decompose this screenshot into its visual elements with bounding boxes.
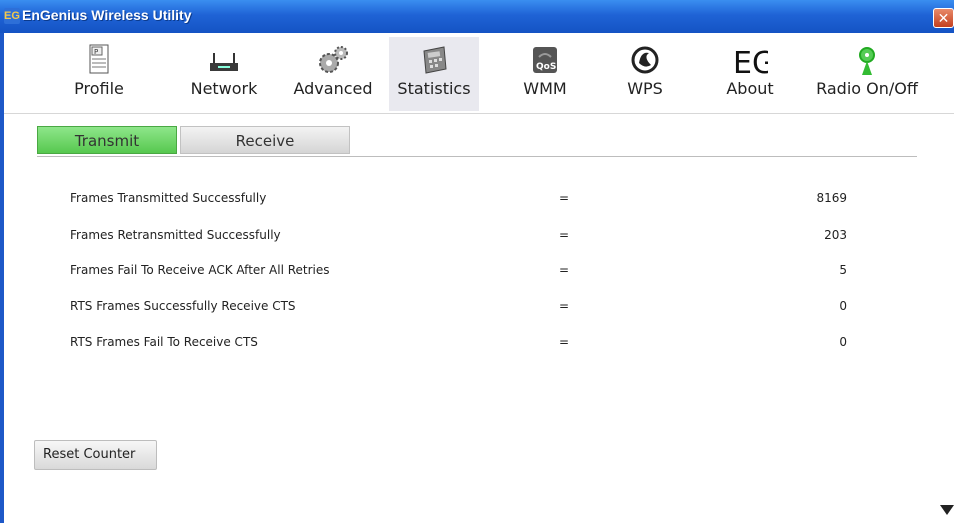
profile-icon: P bbox=[89, 44, 109, 74]
toolbar: P Profile Network Advanced Statistics Qo… bbox=[4, 33, 954, 114]
stat-label: Frames Transmitted Successfully bbox=[70, 191, 267, 205]
tab-receive[interactable]: Receive bbox=[180, 126, 350, 154]
stat-row: Frames Fail To Receive ACK After All Ret… bbox=[4, 263, 954, 283]
stat-row: RTS Frames Successfully Receive CTS = 0 bbox=[4, 299, 954, 319]
network-icon bbox=[210, 53, 238, 71]
stat-row: Frames Transmitted Successfully = 8169 bbox=[4, 191, 954, 211]
qos-wmm-icon: QoS bbox=[533, 47, 557, 73]
wps-icon bbox=[631, 46, 659, 74]
scroll-down-icon[interactable] bbox=[940, 505, 954, 515]
stat-label: Frames Fail To Receive ACK After All Ret… bbox=[70, 263, 330, 277]
toolbar-label: Advanced bbox=[293, 79, 373, 98]
stat-value: 203 bbox=[824, 228, 847, 242]
toolbar-network[interactable]: Network bbox=[179, 37, 269, 111]
toolbar-label: Statistics bbox=[397, 79, 471, 98]
app-logo-icon: EG bbox=[4, 8, 20, 24]
toolbar-label: About bbox=[726, 79, 774, 98]
toolbar-label: Network bbox=[190, 79, 258, 98]
stat-separator: = bbox=[559, 228, 570, 242]
stat-separator: = bbox=[559, 299, 570, 313]
toolbar-wps[interactable]: WPS bbox=[600, 37, 690, 111]
stat-label: RTS Frames Fail To Receive CTS bbox=[70, 335, 258, 349]
stat-value: 0 bbox=[839, 335, 847, 349]
toolbar-about[interactable]: EG About bbox=[705, 37, 795, 111]
toolbar-label: WMM bbox=[523, 79, 567, 98]
svg-text:EG: EG bbox=[733, 46, 768, 77]
stat-row: Frames Retransmitted Successfully = 203 bbox=[4, 228, 954, 248]
toolbar-label: WPS bbox=[627, 79, 663, 98]
toolbar-label: Profile bbox=[74, 79, 124, 98]
advanced-gears-icon bbox=[319, 46, 348, 73]
stat-separator: = bbox=[559, 191, 570, 205]
eg-about-icon: EG bbox=[733, 46, 768, 77]
stat-value: 5 bbox=[839, 263, 847, 277]
toolbar-wmm[interactable]: QoS WMM bbox=[500, 37, 590, 111]
stat-label: RTS Frames Successfully Receive CTS bbox=[70, 299, 296, 313]
stat-value: 0 bbox=[839, 299, 847, 313]
reset-counter-button[interactable]: Reset Counter bbox=[34, 440, 157, 470]
toolbar-advanced[interactable]: Advanced bbox=[288, 37, 378, 111]
title-bar: EG EnGenius Wireless Utility bbox=[0, 0, 954, 33]
toolbar-profile[interactable]: P Profile bbox=[54, 37, 144, 111]
radio-antenna-icon bbox=[859, 47, 875, 75]
statistics-calculator-icon bbox=[423, 46, 447, 74]
toolbar-statistics[interactable]: Statistics bbox=[389, 37, 479, 111]
close-button[interactable]: ✕ bbox=[933, 8, 954, 28]
toolbar-radio-onoff[interactable]: Radio On/Off bbox=[812, 37, 922, 111]
window-title: EnGenius Wireless Utility bbox=[22, 7, 192, 23]
stat-separator: = bbox=[559, 263, 570, 277]
stat-row: RTS Frames Fail To Receive CTS = 0 bbox=[4, 335, 954, 355]
stats-tabs: Transmit Receive bbox=[37, 126, 917, 157]
stat-value: 8169 bbox=[816, 191, 847, 205]
app-body: P Profile Network Advanced Statistics Qo… bbox=[4, 33, 954, 523]
stat-label: Frames Retransmitted Successfully bbox=[70, 228, 281, 242]
toolbar-label: Radio On/Off bbox=[816, 79, 918, 98]
tab-transmit[interactable]: Transmit bbox=[37, 126, 177, 154]
svg-text:QoS: QoS bbox=[536, 62, 556, 72]
svg-text:P: P bbox=[94, 48, 98, 56]
stat-separator: = bbox=[559, 335, 570, 349]
